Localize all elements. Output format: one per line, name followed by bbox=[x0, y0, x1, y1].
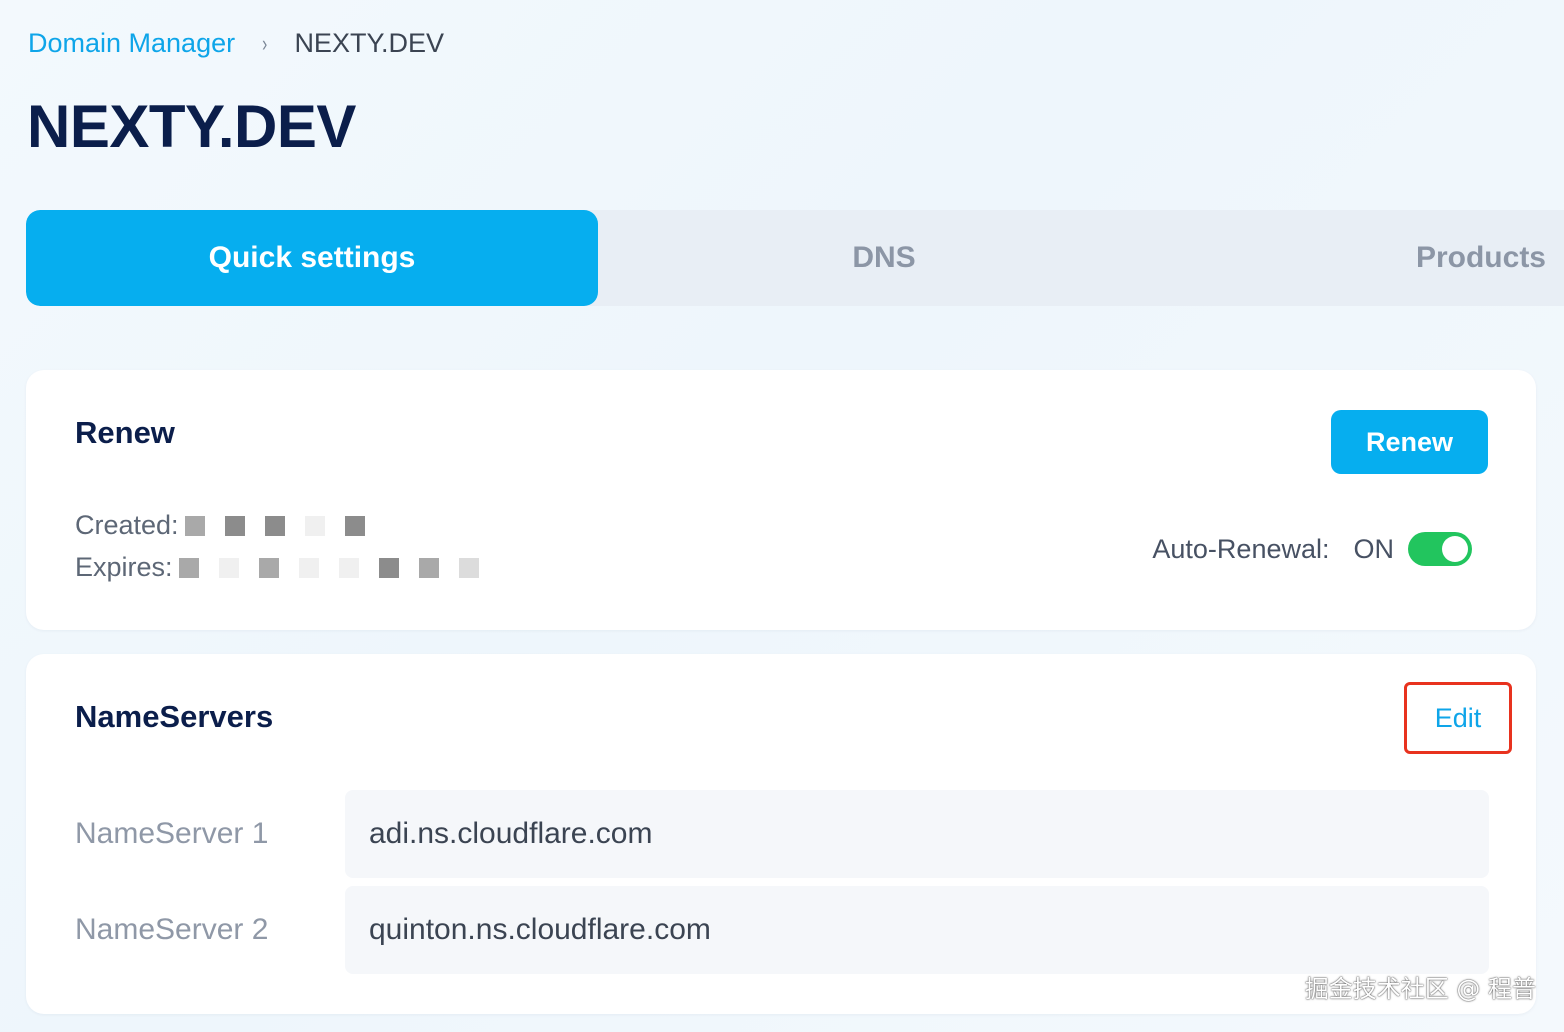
tab-products[interactable]: Products bbox=[1170, 210, 1564, 306]
edit-nameservers-button[interactable]: Edit bbox=[1435, 703, 1482, 734]
page-title: NEXTY.DEV bbox=[27, 93, 356, 160]
nameservers-title: NameServers bbox=[75, 699, 274, 734]
tab-quick-settings[interactable]: Quick settings bbox=[26, 210, 598, 306]
expires-row: Expires: bbox=[75, 552, 499, 583]
watermark: 掘金技术社区 @ 程普 bbox=[1304, 975, 1536, 1003]
auto-renewal-label: Auto-Renewal: bbox=[1152, 533, 1330, 564]
auto-renewal: Auto-Renewal: ON bbox=[1152, 532, 1472, 566]
nameserver-row: NameServer 1 adi.ns.cloudflare.com bbox=[75, 790, 1489, 878]
renew-card: Renew Renew Created: Expires: Auto-Renew… bbox=[26, 370, 1536, 630]
breadcrumb: Domain Manager › NEXTY.DEV bbox=[28, 28, 444, 59]
breadcrumb-current: NEXTY.DEV bbox=[294, 28, 444, 58]
tab-bar: Quick settings DNS Products bbox=[26, 210, 1564, 306]
expires-date-redacted bbox=[178, 557, 499, 578]
renew-button[interactable]: Renew bbox=[1331, 410, 1488, 474]
created-row: Created: bbox=[75, 510, 385, 541]
renew-title: Renew bbox=[75, 415, 175, 450]
nameserver-1-value: adi.ns.cloudflare.com bbox=[345, 790, 1489, 878]
nameserver-row: NameServer 2 quinton.ns.cloudflare.com bbox=[75, 886, 1489, 974]
auto-renewal-toggle[interactable] bbox=[1408, 532, 1472, 566]
nameserver-2-value: quinton.ns.cloudflare.com bbox=[345, 886, 1489, 974]
nameservers-card: NameServers Edit NameServer 1 adi.ns.clo… bbox=[26, 654, 1536, 1014]
created-label: Created: bbox=[75, 510, 179, 540]
edit-highlight-box: Edit bbox=[1404, 682, 1512, 754]
expires-label: Expires: bbox=[75, 552, 173, 582]
nameserver-2-label: NameServer 2 bbox=[75, 913, 269, 946]
auto-renewal-status: ON bbox=[1353, 533, 1395, 564]
breadcrumb-domain-manager-link[interactable]: Domain Manager bbox=[28, 28, 235, 59]
nameserver-1-label: NameServer 1 bbox=[75, 817, 269, 850]
tab-dns[interactable]: DNS bbox=[598, 210, 1170, 306]
chevron-right-icon: › bbox=[262, 30, 268, 56]
created-date-redacted bbox=[184, 515, 385, 536]
